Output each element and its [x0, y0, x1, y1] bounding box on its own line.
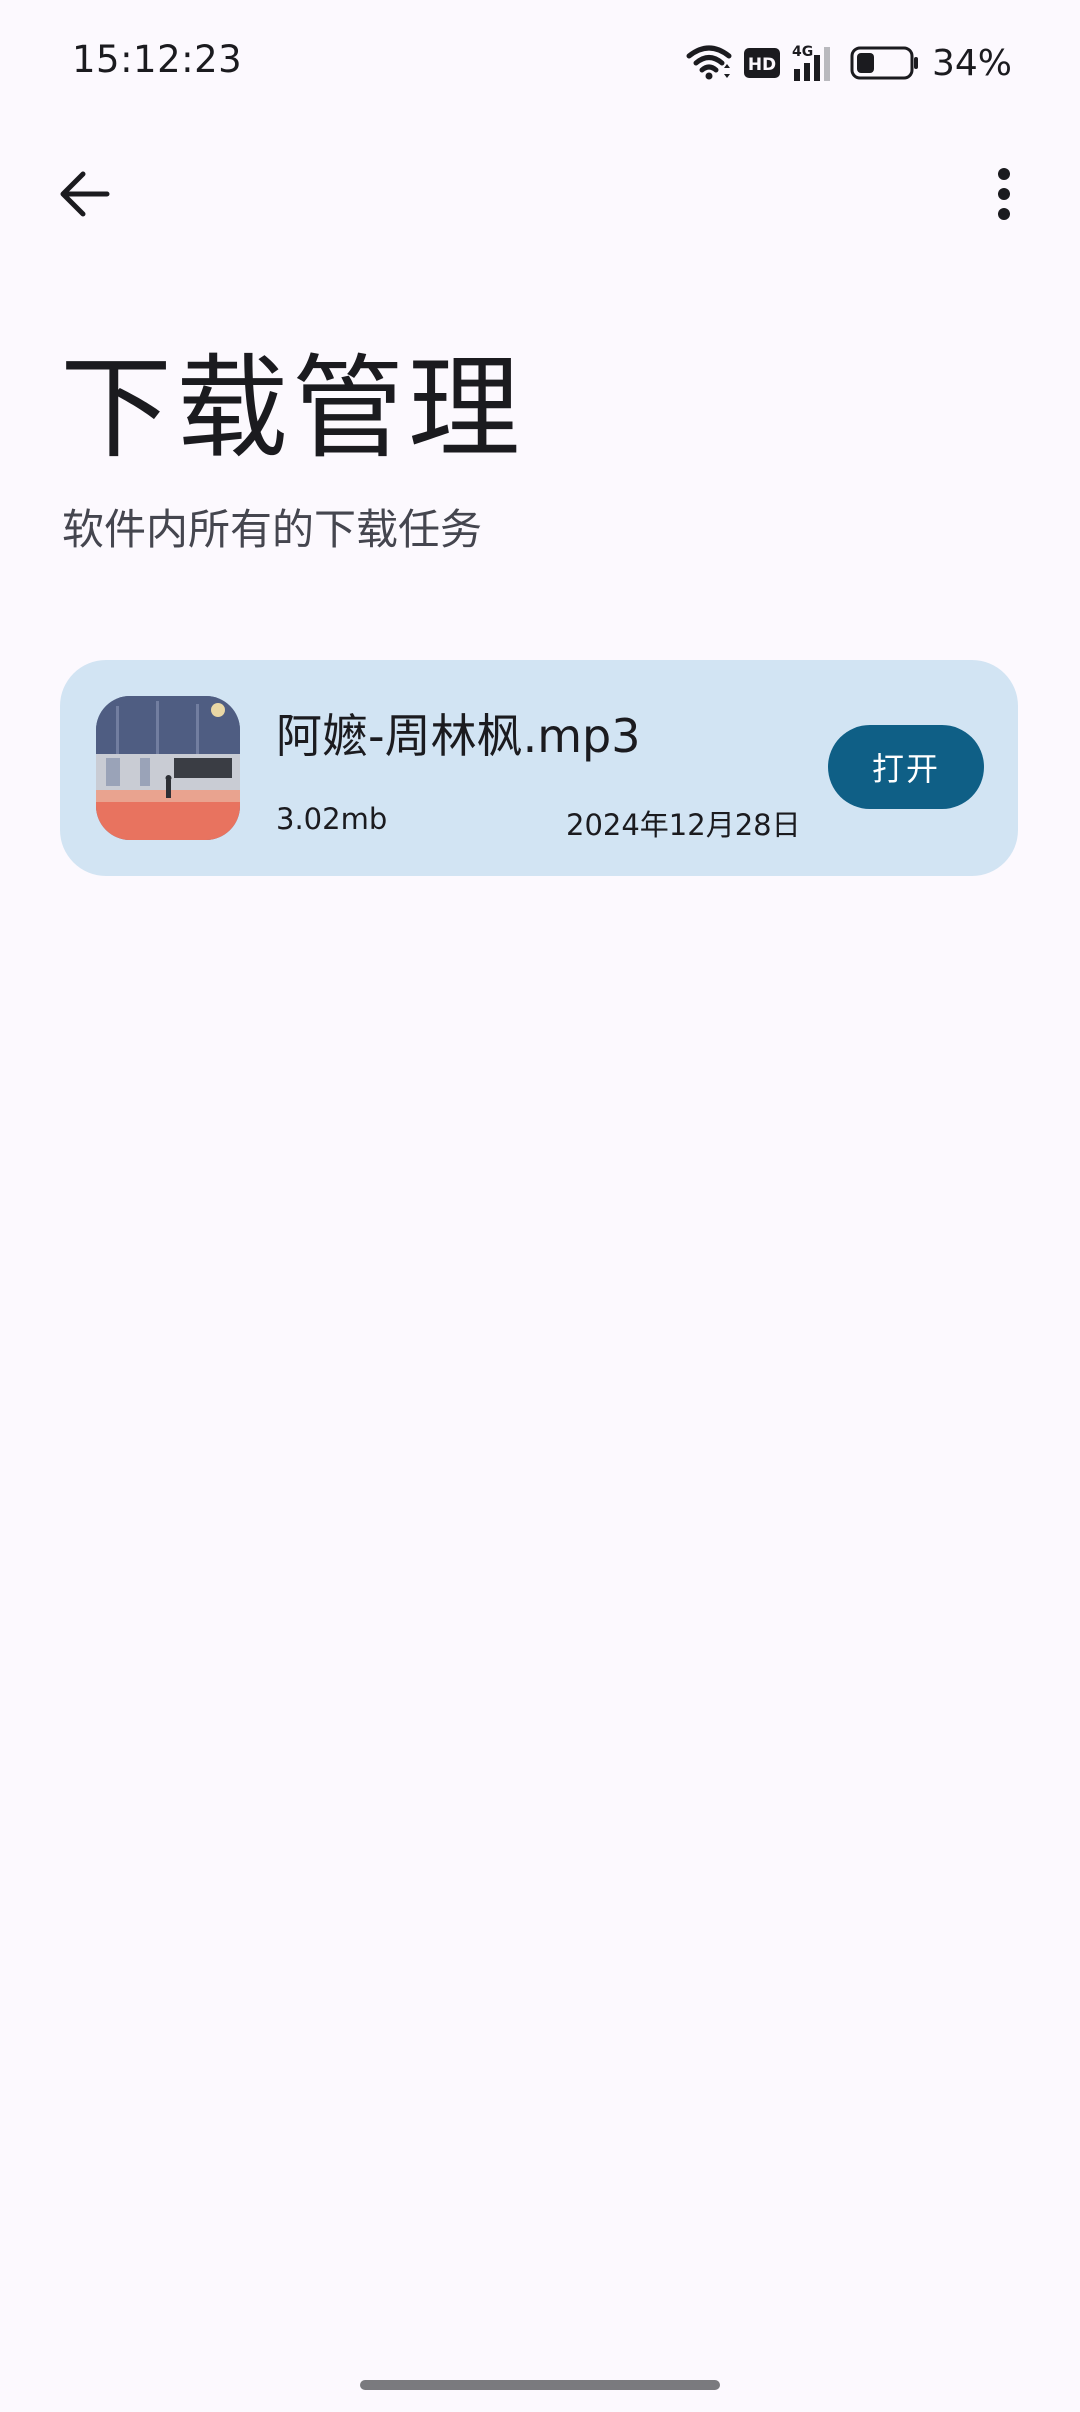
status-time: 15:12:23: [72, 38, 243, 81]
file-name: 阿嬷-周林枫.mp3: [276, 709, 641, 763]
arrow-left-icon: [60, 171, 110, 217]
battery-fill: [856, 53, 874, 73]
app-bar: [0, 150, 1080, 240]
open-button[interactable]: 打开: [828, 725, 984, 809]
gesture-navigation-bar[interactable]: [360, 2380, 720, 2390]
wifi-icon: [686, 45, 732, 80]
network-label: 4G: [792, 44, 813, 60]
battery-percent: 34%: [931, 42, 1012, 84]
file-date: 2024年12月28日: [566, 808, 801, 842]
status-bar: 15:12:23 HD 4G 34%: [0, 0, 1080, 124]
hd-label: HD: [748, 55, 776, 75]
battery-icon: [850, 46, 918, 80]
page-title: 下载管理: [60, 344, 524, 474]
back-button[interactable]: [50, 160, 118, 228]
status-icons: HD 4G 34%: [686, 38, 1012, 88]
more-options-button[interactable]: [970, 160, 1038, 228]
file-size: 3.02mb: [276, 802, 388, 836]
4g-signal-icon: 4G: [792, 44, 830, 81]
hd-icon: HD: [743, 48, 780, 78]
album-cover-image: [96, 696, 240, 840]
page-subtitle: 软件内所有的下载任务: [62, 505, 483, 554]
download-item[interactable]: 阿嬷-周林枫.mp3 3.02mb 2024年12月28日 打开: [60, 660, 1018, 876]
more-vertical-icon: [998, 168, 1010, 220]
